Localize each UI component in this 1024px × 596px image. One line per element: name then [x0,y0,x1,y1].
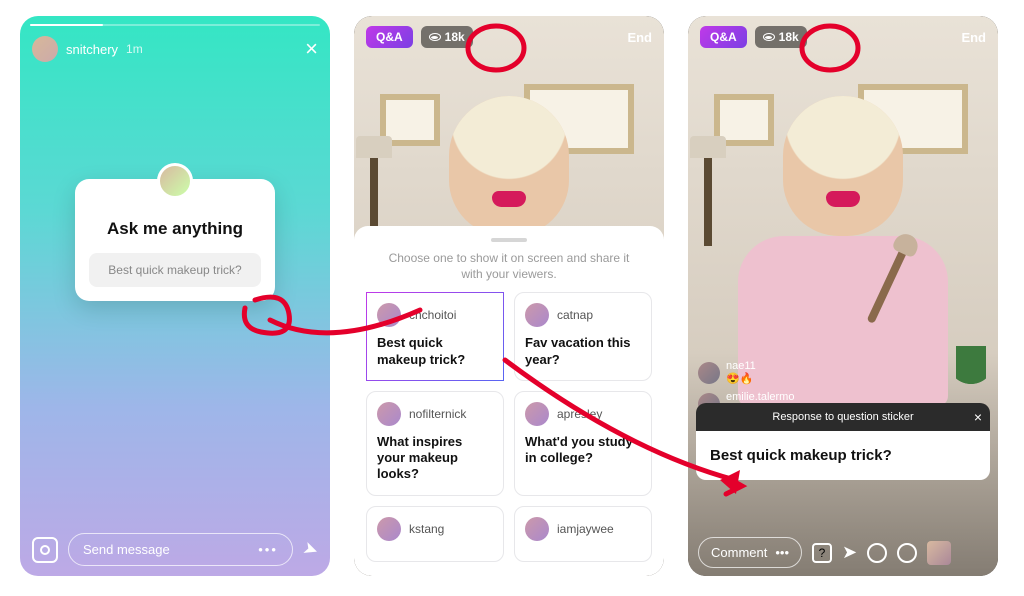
question-picker-panel: Q&A 18k End Choose one to show it on scr… [354,16,664,576]
sticker-input[interactable]: Best quick makeup trick? [89,253,261,287]
avatar [377,517,401,541]
question-card[interactable]: chchoitoi Best quick makeup trick? [366,292,504,381]
question-text: Fav vacation this year? [525,335,641,368]
question-username: chchoitoi [409,308,456,322]
question-text: What inspires your makeup looks? [377,434,493,483]
end-button[interactable]: End [961,30,986,45]
live-comment[interactable]: nae11😍🔥 [698,360,794,385]
qa-badge[interactable]: Q&A [700,26,747,48]
timestamp: 1m [126,42,143,56]
avatar [377,402,401,426]
response-header: Response to question sticker [772,411,913,423]
question-card[interactable]: iamjaywee [514,506,652,562]
question-sticker[interactable]: Ask me anything Best quick makeup trick? [75,179,275,301]
sheet-hint: Choose one to show it on screen and shar… [366,250,652,292]
sticker-avatar [157,163,193,199]
question-card[interactable]: nofilternick What inspires your makeup lo… [366,391,504,496]
question-icon[interactable]: ? [812,543,832,563]
end-button[interactable]: End [627,30,652,45]
question-username: catnap [557,308,593,322]
sticker-title: Ask me anything [89,219,261,239]
avatar [525,303,549,327]
more-icon[interactable]: ••• [775,545,789,560]
message-input[interactable]: Send message ••• [68,533,293,566]
question-sheet[interactable]: Choose one to show it on screen and shar… [354,226,664,576]
avatar[interactable] [32,36,58,62]
gallery-thumb[interactable] [927,541,951,565]
avatar [525,517,549,541]
comment-reaction: 😍🔥 [726,372,756,385]
comment-username: emilie.talermo [726,391,794,403]
response-text: Best quick makeup trick? [696,431,990,480]
close-icon[interactable]: × [974,409,982,425]
question-text: What'd you study in college? [525,434,641,467]
view-count[interactable]: 18k [755,26,807,48]
question-username: kstang [409,522,444,536]
comment-username: nae11 [726,360,756,372]
question-text: Best quick makeup trick? [377,335,493,368]
avatar [698,362,720,384]
avatar [525,402,549,426]
sheet-grabber[interactable] [491,238,527,242]
eye-icon [429,33,441,41]
question-card[interactable]: kstang [366,506,504,562]
username[interactable]: snitchery [66,42,118,57]
qa-badge[interactable]: Q&A [366,26,413,48]
close-icon[interactable]: × [305,38,318,60]
question-card[interactable]: apresley What'd you study in college? [514,391,652,496]
more-icon[interactable]: ••• [258,542,278,557]
story-panel: snitchery 1m × Ask me anything Best quic… [20,16,330,576]
effects-icon[interactable] [897,543,917,563]
camera-icon[interactable] [32,537,58,563]
question-username: apresley [557,407,602,421]
avatar [377,303,401,327]
face-filter-icon[interactable] [867,543,887,563]
live-response-panel: Q&A 18k End nae11😍🔥emilie.talermo😍🔥👋 Res… [688,16,998,576]
comment-input[interactable]: Comment ••• [698,537,802,568]
send-icon[interactable]: ➤ [300,537,321,562]
message-placeholder: Send message [83,542,170,557]
response-sticker: Response to question sticker × Best quic… [696,403,990,480]
eye-icon [763,33,775,41]
question-username: iamjaywee [557,522,614,536]
view-count[interactable]: 18k [421,26,473,48]
send-icon[interactable]: ➤ [842,542,857,563]
question-card[interactable]: catnap Fav vacation this year? [514,292,652,381]
question-username: nofilternick [409,407,466,421]
